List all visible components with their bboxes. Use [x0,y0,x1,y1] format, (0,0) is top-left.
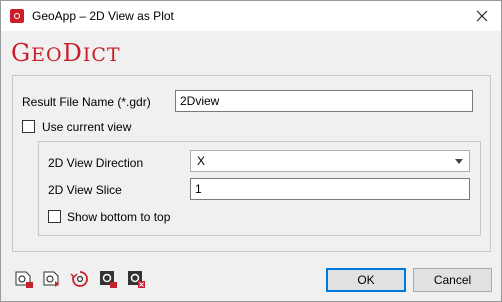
reset-settings-icon [70,271,88,287]
chevron-down-icon [455,159,463,164]
view-slice-input[interactable]: 1 [190,178,470,200]
delete-settings-button[interactable] [126,269,146,289]
load-settings-icon [15,271,33,288]
geodict-logo: GEODICT [11,39,121,67]
show-bottom-checkbox[interactable] [48,210,61,223]
close-button[interactable] [463,1,501,31]
result-file-label: Result File Name (*.gdr) [22,95,151,109]
result-file-input[interactable]: 2Dview [175,90,473,112]
reset-settings-button[interactable] [70,269,90,289]
view-direction-select[interactable]: X [190,150,470,172]
cancel-button[interactable]: Cancel [413,268,492,292]
dialog-window: GeoApp – 2D View as Plot GEODICT Result … [0,0,502,302]
view-direction-label: 2D View Direction [48,156,144,170]
view-slice-label: 2D View Slice [48,183,122,197]
view-direction-value: X [197,154,206,168]
show-bottom-label: Show bottom to top [67,210,171,224]
settings-gear-button[interactable] [98,269,118,289]
delete-settings-icon [128,271,145,288]
load-settings-button[interactable] [14,269,34,289]
save-settings-button[interactable] [42,269,62,289]
use-current-view-label: Use current view [42,120,132,134]
use-current-view-checkbox[interactable] [22,120,35,133]
window-title: GeoApp – 2D View as Plot [32,9,174,23]
title-bar: GeoApp – 2D View as Plot [1,1,501,31]
settings-gear-icon [100,271,117,288]
app-icon [10,9,24,23]
save-settings-icon [43,271,59,287]
ok-button[interactable]: OK [326,268,406,292]
close-icon [476,10,488,22]
